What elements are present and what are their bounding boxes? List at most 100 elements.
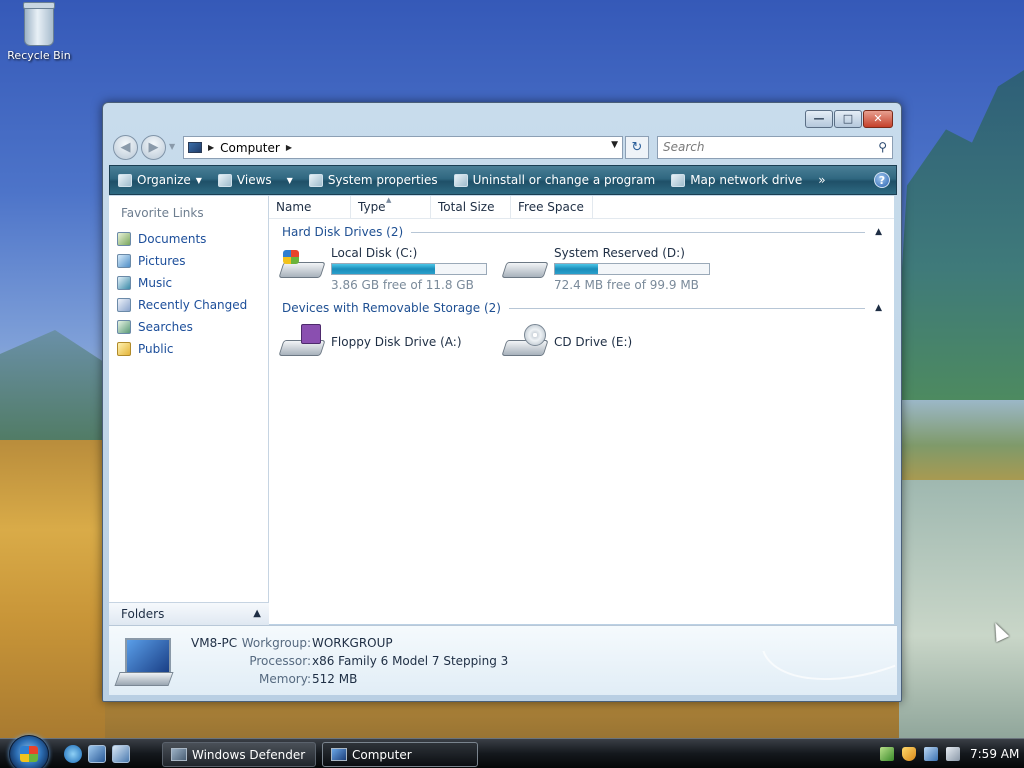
chevron-up-icon: ▲ <box>253 608 261 619</box>
security-shield-icon[interactable] <box>902 747 916 761</box>
drive-local-disk-c[interactable]: Local Disk (C:) 3.86 GB free of 11.8 GB <box>278 246 487 292</box>
address-row: ◀ ▶ ▼ ▶ Computer ▶ ▼ ↻ Search ⚲ <box>111 133 895 161</box>
recycle-bin-desktop-icon[interactable]: Recycle Bin <box>6 2 72 62</box>
drive-name: CD Drive (E:) <box>554 335 633 349</box>
address-bar[interactable]: ▶ Computer ▶ ▼ <box>183 136 623 159</box>
sidebar-item-documents[interactable]: Documents <box>109 228 268 250</box>
memory-value: 512 MB <box>312 672 358 686</box>
sidebar-item-label: Documents <box>138 232 207 246</box>
back-button[interactable]: ◀ <box>113 135 138 160</box>
taskbar-button-windows-defender[interactable]: Windows Defender <box>162 742 316 767</box>
start-button[interactable] <box>9 735 49 768</box>
system-tray: 7:59 AM <box>872 739 1024 768</box>
sidebar-item-label: Music <box>138 276 173 290</box>
workgroup-label: Workgroup: <box>241 636 311 650</box>
switch-windows-icon[interactable] <box>112 745 130 763</box>
more-commands-button[interactable]: » <box>810 166 833 194</box>
organize-button[interactable]: Organize ▼ <box>110 166 210 194</box>
workgroup-value: WORKGROUP <box>312 636 393 650</box>
recent-pages-chevron-icon[interactable]: ▼ <box>169 142 175 151</box>
file-list-pane: Name Type ▲ Total Size Free Space Hard Di… <box>269 196 894 624</box>
drive-free-space: 3.86 GB free of 11.8 GB <box>331 278 474 292</box>
processor-value: x86 Family 6 Model 7 Stepping 3 <box>312 654 509 668</box>
public-folder-icon <box>117 342 131 356</box>
breadcrumb-computer[interactable]: Computer <box>220 141 280 155</box>
pictures-icon <box>117 254 131 268</box>
taskbar: Windows Defender Computer 7:59 AM <box>0 735 1024 768</box>
caption-buttons: — □ ✕ <box>805 110 893 128</box>
breadcrumb-arrow-icon[interactable]: ▶ <box>208 143 214 152</box>
chevron-up-icon[interactable]: ▲ <box>875 303 882 313</box>
uninstall-program-icon <box>453 173 468 187</box>
folders-label: Folders <box>121 607 165 621</box>
folders-toggle[interactable]: Folders ▲ <box>109 602 269 625</box>
volume-icon[interactable] <box>946 747 960 761</box>
decorative-swoosh <box>762 610 896 708</box>
breadcrumb-arrow-icon[interactable]: ▶ <box>286 143 292 152</box>
tray-checkmark-icon[interactable] <box>880 747 894 761</box>
group-title: Devices with Removable Storage (2) <box>282 301 501 315</box>
organize-icon <box>118 173 132 187</box>
drive-system-reserved-d[interactable]: System Reserved (D:) 72.4 MB free of 99.… <box>501 246 710 292</box>
wallpaper-river <box>899 480 1024 740</box>
more-chevron-icon: » <box>818 173 826 187</box>
chevron-up-icon[interactable]: ▲ <box>875 227 882 237</box>
command-bar: Organize ▼ Views ▼ System properties Uni… <box>109 165 897 195</box>
forward-button[interactable]: ▶ <box>141 135 166 160</box>
address-dropdown-icon[interactable]: ▼ <box>611 140 618 150</box>
sort-arrow-icon: ▲ <box>386 196 392 204</box>
windows-logo-icon <box>20 746 38 762</box>
system-properties-label: System properties <box>327 173 438 187</box>
uninstall-program-label: Uninstall or change a program <box>472 173 656 187</box>
taskbar-button-computer[interactable]: Computer <box>322 742 478 767</box>
group-divider <box>411 231 866 233</box>
hard-drive-icon <box>278 246 326 282</box>
network-icon[interactable] <box>924 747 938 761</box>
show-desktop-icon[interactable] <box>88 745 106 763</box>
clock[interactable]: 7:59 AM <box>970 747 1019 761</box>
sidebar-item-recently-changed[interactable]: Recently Changed <box>109 294 268 316</box>
minimize-button[interactable]: — <box>805 110 833 128</box>
floppy-drive-icon <box>278 324 326 360</box>
refresh-button[interactable]: ↻ <box>625 136 649 159</box>
drive-cd-e[interactable]: CD Drive (E:) <box>501 324 633 360</box>
refresh-icon: ↻ <box>631 140 643 155</box>
map-network-drive-button[interactable]: Map network drive <box>663 166 810 194</box>
search-icon[interactable]: ⚲ <box>878 137 887 158</box>
taskbar-button-label: Computer <box>352 747 412 762</box>
recycle-bin-icon <box>23 2 55 46</box>
column-header-total-size[interactable]: Total Size <box>431 196 511 219</box>
search-input[interactable]: Search ⚲ <box>657 136 893 159</box>
details-pane: VM8-PC Workgroup: WORKGROUP Processor: x… <box>109 610 897 708</box>
system-properties-button[interactable]: System properties <box>301 166 446 194</box>
wallpaper-hills <box>0 330 110 450</box>
wallpaper-field <box>0 440 105 740</box>
music-icon <box>117 276 131 290</box>
column-header-name[interactable]: Name <box>269 196 351 219</box>
computer-icon <box>114 638 177 688</box>
close-button[interactable]: ✕ <box>863 110 893 128</box>
views-button[interactable]: Views ▼ <box>210 166 301 194</box>
column-header-free-space[interactable]: Free Space <box>511 196 593 219</box>
sidebar-item-music[interactable]: Music <box>109 272 268 294</box>
internet-explorer-icon[interactable] <box>64 745 82 763</box>
sidebar-item-public[interactable]: Public <box>109 338 268 360</box>
recycle-bin-label: Recycle Bin <box>7 49 71 62</box>
processor-label: Processor: <box>249 654 311 668</box>
column-header-type[interactable]: Type ▲ <box>351 196 431 219</box>
sidebar-item-searches[interactable]: Searches <box>109 316 268 338</box>
group-header-removable-storage[interactable]: Devices with Removable Storage (2) ▲ <box>282 301 882 315</box>
group-header-hard-disks[interactable]: Hard Disk Drives (2) ▲ <box>282 225 882 239</box>
help-icon[interactable]: ? <box>874 172 890 188</box>
drive-name: System Reserved (D:) <box>554 246 685 260</box>
drive-usage-fill <box>332 264 436 274</box>
sidebar-item-pictures[interactable]: Pictures <box>109 250 268 272</box>
network-drive-icon <box>671 173 686 187</box>
drive-floppy-a[interactable]: Floppy Disk Drive (A:) <box>278 324 462 360</box>
maximize-button[interactable]: □ <box>834 110 862 128</box>
drive-free-space: 72.4 MB free of 99.9 MB <box>554 278 699 292</box>
organize-label: Organize <box>137 173 191 187</box>
uninstall-program-button[interactable]: Uninstall or change a program <box>446 166 664 194</box>
system-properties-icon <box>308 173 323 187</box>
computer-small-icon <box>188 142 202 153</box>
